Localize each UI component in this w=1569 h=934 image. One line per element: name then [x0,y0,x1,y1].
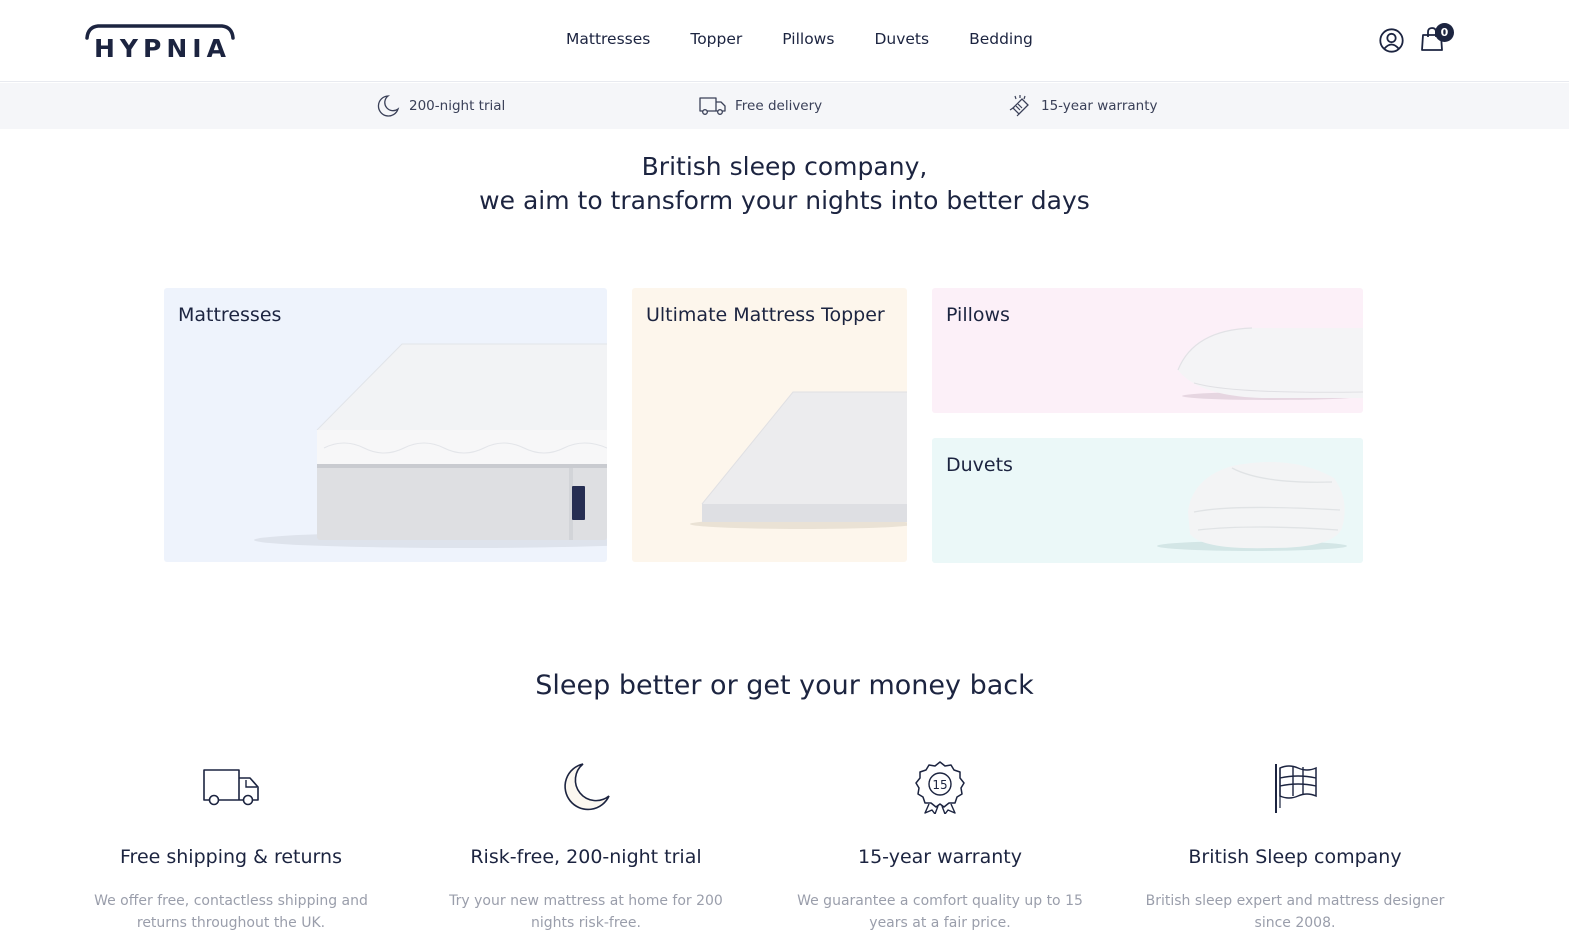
feature-warranty: 15 15-year warranty We guarantee a comfo… [770,760,1110,934]
category-tile-mattresses[interactable]: Mattresses [164,288,607,562]
category-label: Pillows [946,304,1010,326]
nav-item-bedding[interactable]: Bedding [969,30,1033,48]
promise-title: Sleep better or get your money back [535,670,1034,701]
usp-delivery: Free delivery [699,83,822,129]
category-label: Mattresses [178,304,282,326]
hero-line-1: British sleep company, [641,152,928,181]
category-tile-duvets[interactable]: Duvets [932,438,1363,563]
svg-text:15: 15 [932,778,947,792]
truck-icon [203,769,259,806]
usp-bar: 200-night trial Free delivery 15-year wa… [0,83,1569,129]
usp-label: 15-year warranty [1041,98,1158,114]
feature-trial: Risk-free, 200-night trial Try your new … [416,760,756,934]
hypnia-logo[interactable]: HYPNIA [84,22,236,63]
feature-title: Risk-free, 200-night trial [470,846,702,868]
truck-icon [699,97,726,115]
usp-label: Free delivery [735,98,823,114]
category-label: Duvets [946,454,1013,476]
usp-warranty: 15-year warranty [1008,83,1158,129]
feature-title: British Sleep company [1188,846,1402,868]
hero-line-2: we aim to transform your nights into bet… [479,186,1090,215]
feature-desc: Try your new mattress at home for 200 ni… [449,893,723,931]
warranty-icon [1009,95,1029,117]
usp-label: 200-night trial [409,98,506,114]
feature-british: British Sleep company British sleep expe… [1125,760,1465,934]
main-nav: Mattresses Topper Pillows Duvets Bedding [566,30,1033,48]
union-flag-icon [1275,764,1317,813]
hero-heading: British sleep company, we aim to transfo… [0,150,1569,218]
topper-image [690,391,907,529]
award-15-icon: 15 [915,761,965,814]
feature-shipping: Free shipping & returns We offer free, c… [61,760,401,934]
site-header: HYPNIA Mattresses Topper Pillows Duvets … [0,0,1569,82]
nav-item-duvets[interactable]: Duvets [874,30,929,48]
category-label: Ultimate Mattress Topper [646,304,885,326]
cart-count-badge: 0 [1435,23,1454,42]
usp-trial: 200-night trial [376,83,505,129]
account-icon[interactable] [1379,28,1404,53]
category-tile-topper[interactable]: Ultimate Mattress Topper [632,288,907,562]
feature-title: Free shipping & returns [120,846,342,868]
feature-desc: British sleep expert and mattress design… [1145,893,1445,931]
moon-icon [564,763,610,811]
feature-desc: We guarantee a comfort quality up to 15 … [797,893,1083,931]
category-tile-pillows[interactable]: Pillows [932,288,1363,413]
nav-item-mattresses[interactable]: Mattresses [566,30,650,48]
mattress-image [254,343,607,548]
feature-desc: We offer free, contactless shipping and … [94,893,368,931]
logo-text: HYPNIA [94,34,231,63]
nav-item-topper[interactable]: Topper [690,30,742,48]
nav-item-pillows[interactable]: Pillows [782,30,834,48]
feature-title: 15-year warranty [858,846,1022,868]
moon-icon [377,95,400,117]
